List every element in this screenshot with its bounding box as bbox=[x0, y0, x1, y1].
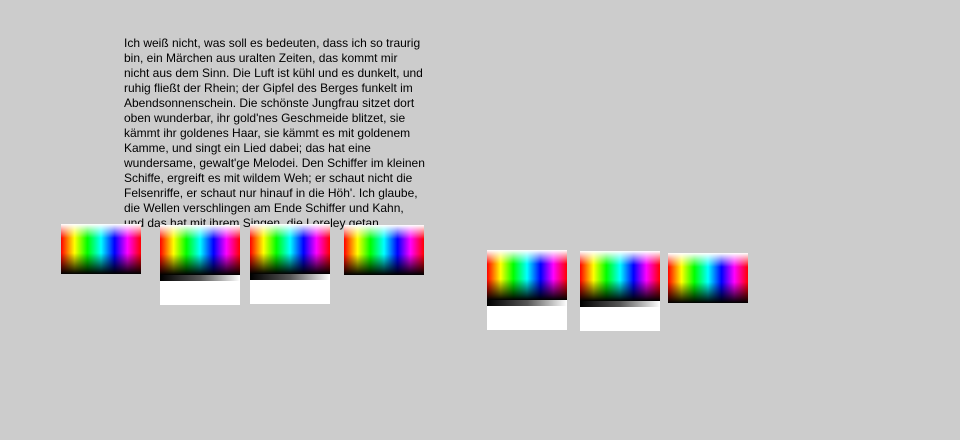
spectrum-gradient bbox=[250, 224, 330, 274]
color-swatch-4 bbox=[344, 225, 424, 275]
color-swatch-1 bbox=[61, 224, 141, 274]
spectrum-gradient bbox=[160, 225, 240, 275]
color-swatch-6 bbox=[580, 251, 660, 331]
spectrum-gradient bbox=[487, 250, 567, 300]
grayscale-fade bbox=[487, 300, 567, 306]
color-swatch-3 bbox=[250, 224, 330, 304]
color-swatch-2 bbox=[160, 225, 240, 305]
grayscale-fade bbox=[160, 275, 240, 281]
spectrum-gradient bbox=[344, 225, 424, 275]
grayscale-fade bbox=[250, 274, 330, 280]
spectrum-gradient bbox=[668, 253, 748, 303]
grayscale-fade bbox=[580, 301, 660, 307]
color-swatch-7 bbox=[668, 253, 748, 303]
spectrum-gradient bbox=[61, 224, 141, 274]
spectrum-gradient bbox=[580, 251, 660, 301]
color-swatch-5 bbox=[487, 250, 567, 330]
poem-text: Ich weiß nicht, was soll es bedeuten, da… bbox=[124, 36, 425, 230]
